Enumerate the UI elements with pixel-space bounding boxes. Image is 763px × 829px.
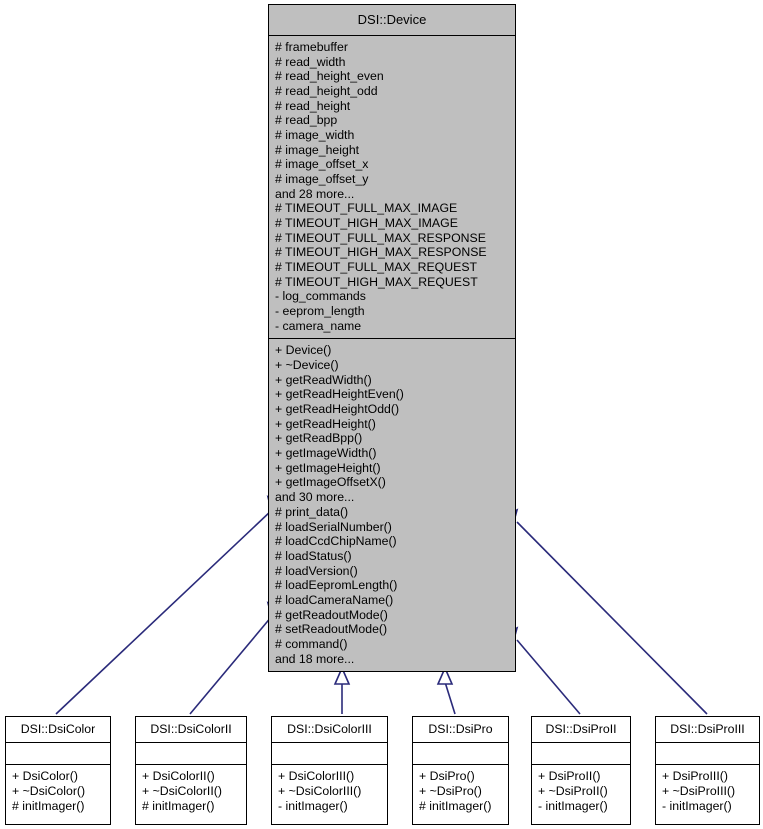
uml-class-diagram: DSI::Device # framebuffer # read_width #… [0, 0, 763, 829]
operation-item: # getReadoutMode() [275, 607, 388, 622]
operation-item: # loadSerialNumber() [275, 519, 392, 534]
class-name-dsi-dsiproiii: DSI::DsiProIII [656, 717, 759, 743]
operation-item: # loadEepromLength() [275, 578, 398, 593]
operation-item: + DsiColorIII() [278, 769, 355, 783]
attribute-item: # image_offset_x [275, 157, 369, 172]
attribute-item: - camera_name [275, 318, 362, 333]
attribute-item: # TIMEOUT_FULL_MAX_RESPONSE [275, 230, 486, 245]
operation-item: # loadCcdChipName() [275, 534, 397, 549]
attribute-item: # read_height_odd [275, 84, 378, 99]
attribute-item: - eeprom_length [275, 304, 365, 319]
operation-item: + ~Device() [275, 358, 339, 373]
operation-item: # initImager() [12, 799, 85, 813]
class-name-dsi-dsiproii: DSI::DsiProII [532, 717, 630, 743]
attribute-item: # TIMEOUT_HIGH_MAX_REQUEST [275, 274, 478, 289]
class-name-dsi-dsipro: DSI::DsiPro [413, 717, 508, 743]
operation-item: + ~DsiColorII() [142, 784, 222, 798]
class-box-dsi-dsiproii[interactable]: DSI::DsiProII + DsiProII() + ~DsiProII()… [531, 716, 631, 825]
operation-item: + ~DsiColorIII() [278, 784, 362, 798]
attribute-item: # image_height [275, 142, 360, 157]
operation-item: # initImager() [419, 799, 492, 813]
operation-item: + getReadBpp() [275, 431, 363, 446]
attribute-item: # read_width [275, 54, 346, 69]
attributes-compartment-dsi-dsicolor [6, 743, 110, 765]
attribute-item: # TIMEOUT_HIGH_MAX_IMAGE [275, 216, 458, 231]
attributes-compartment-dsi-device: # framebuffer # read_width # read_height… [269, 36, 515, 340]
class-box-dsi-dsiproiii[interactable]: DSI::DsiProIII + DsiProIII() + ~DsiProII… [655, 716, 760, 825]
operation-item: + getReadHeightOdd() [275, 402, 400, 417]
operation-item: + DsiProII() [538, 769, 601, 783]
operation-item: - initImager() [278, 799, 348, 813]
operations-compartment-dsi-dsiproiii: + DsiProIII() + ~DsiProIII() - initImage… [656, 765, 759, 818]
attribute-item: # framebuffer [275, 40, 348, 54]
class-name-dsi-dsicoloriii: DSI::DsiColorIII [272, 717, 387, 743]
attribute-item: # read_height [275, 98, 351, 113]
operation-item: + getReadHeightEven() [275, 387, 404, 402]
operation-item: # command() [275, 636, 348, 651]
operation-item: # loadVersion() [275, 563, 358, 578]
operation-item: + getReadWidth() [275, 372, 372, 387]
class-box-dsi-dsicoloriii[interactable]: DSI::DsiColorIII + DsiColorIII() + ~DsiC… [271, 716, 388, 825]
operation-item: + getImageOffsetX() [275, 475, 386, 490]
operation-item: # setReadoutMode() [275, 622, 388, 637]
operations-compartment-dsi-device: + Device() + ~Device() + getReadWidth() … [269, 339, 515, 671]
operation-item: + ~DsiProIII() [662, 784, 736, 798]
attribute-item: - log_commands [275, 289, 366, 304]
attribute-item: # read_height_even [275, 69, 384, 84]
class-box-dsi-device[interactable]: DSI::Device # framebuffer # read_width #… [268, 4, 516, 673]
operation-item: + DsiColor() [12, 769, 78, 783]
operations-compartment-dsi-dsicolor: + DsiColor() + ~DsiColor() # initImager(… [6, 765, 110, 818]
operation-item: + ~DsiPro() [419, 784, 482, 798]
operations-more-label-2: and 18 more... [275, 651, 355, 666]
operations-compartment-dsi-dsiproii: + DsiProII() + ~DsiProII() - initImager(… [532, 765, 630, 818]
attributes-compartment-dsi-dsiproii [532, 743, 630, 765]
operation-item: + getReadHeight() [275, 416, 376, 431]
attribute-item: # TIMEOUT_FULL_MAX_IMAGE [275, 201, 458, 216]
operation-item: + ~DsiColor() [12, 784, 86, 798]
operation-item: + DsiProIII() [662, 769, 728, 783]
operation-item: # initImager() [142, 799, 215, 813]
attribute-item: # image_offset_y [275, 172, 369, 187]
attributes-more-label: and 28 more... [275, 186, 355, 201]
operations-compartment-dsi-dsicolorii: + DsiColorII() + ~DsiColorII() # initIma… [136, 765, 246, 818]
operation-item: # print_data() [275, 504, 349, 519]
operation-item: # loadStatus() [275, 548, 352, 563]
class-name-dsi-dsicolor: DSI::DsiColor [6, 717, 110, 743]
operation-item: + ~DsiProII() [538, 784, 608, 798]
attributes-compartment-dsi-dsiproiii [656, 743, 759, 765]
operation-item: + Device() [275, 343, 332, 358]
attributes-compartment-dsi-dsipro [413, 743, 508, 765]
operation-item: + getImageHeight() [275, 460, 381, 475]
operation-item: - initImager() [538, 799, 608, 813]
class-name-dsi-dsicolorii: DSI::DsiColorII [136, 717, 246, 743]
attribute-item: # TIMEOUT_HIGH_MAX_RESPONSE [275, 245, 487, 260]
attribute-item: # read_bpp [275, 113, 338, 128]
attributes-compartment-dsi-dsicoloriii [272, 743, 387, 765]
operation-item: # loadCameraName() [275, 592, 394, 607]
class-box-dsi-dsicolorii[interactable]: DSI::DsiColorII + DsiColorII() + ~DsiCol… [135, 716, 247, 825]
class-name-dsi-device: DSI::Device [269, 5, 515, 36]
attributes-compartment-dsi-dsicolorii [136, 743, 246, 765]
class-box-dsi-dsipro[interactable]: DSI::DsiPro + DsiPro() + ~DsiPro() # ini… [412, 716, 509, 825]
operations-compartment-dsi-dsicoloriii: + DsiColorIII() + ~DsiColorIII() - initI… [272, 765, 387, 818]
operation-item: + DsiPro() [419, 769, 475, 783]
operations-compartment-dsi-dsipro: + DsiPro() + ~DsiPro() # initImager() [413, 765, 508, 818]
operation-item: + getImageWidth() [275, 446, 377, 461]
operations-more-label: and 30 more... [275, 490, 355, 505]
attribute-item: # TIMEOUT_FULL_MAX_REQUEST [275, 260, 478, 275]
class-box-dsi-dsicolor[interactable]: DSI::DsiColor + DsiColor() + ~DsiColor()… [5, 716, 111, 825]
operation-item: - initImager() [662, 799, 732, 813]
operation-item: + DsiColorII() [142, 769, 215, 783]
attribute-item: # image_width [275, 128, 355, 143]
